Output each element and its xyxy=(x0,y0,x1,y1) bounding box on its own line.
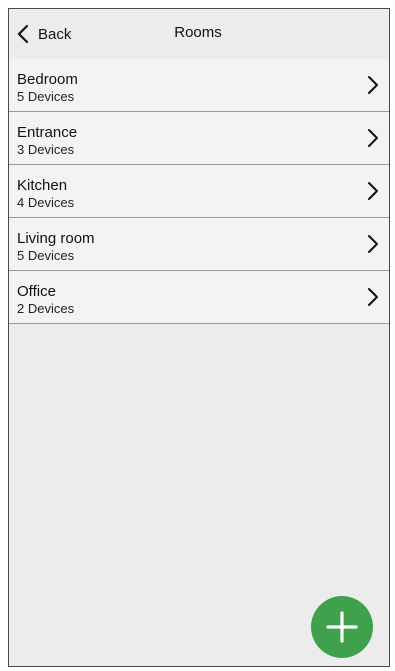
room-name: Living room xyxy=(17,230,95,247)
rooms-list: Bedroom 5 Devices Entrance 3 Devices Kit… xyxy=(9,59,389,324)
list-item-bedroom[interactable]: Bedroom 5 Devices xyxy=(9,59,389,112)
list-item-living-room[interactable]: Living room 5 Devices xyxy=(9,218,389,271)
room-name: Entrance xyxy=(17,124,78,141)
list-item-kitchen[interactable]: Kitchen 4 Devices xyxy=(9,165,389,218)
list-item-office[interactable]: Office 2 Devices xyxy=(9,271,389,324)
chevron-right-icon xyxy=(368,288,378,306)
app-screen: Back Rooms Bedroom 5 Devices Entrance 3 … xyxy=(8,8,390,667)
page-title: Rooms xyxy=(174,24,222,41)
room-name: Office xyxy=(17,283,56,300)
add-room-button[interactable] xyxy=(311,596,373,658)
room-device-count: 4 Devices xyxy=(17,195,75,210)
chevron-right-icon xyxy=(368,76,378,94)
room-device-count: 2 Devices xyxy=(17,301,75,316)
chevron-right-icon xyxy=(368,235,378,253)
chevron-right-icon xyxy=(368,129,378,147)
room-device-count: 5 Devices xyxy=(17,89,75,104)
room-name: Bedroom xyxy=(17,71,78,88)
header: Back Rooms xyxy=(9,9,389,59)
list-item-entrance[interactable]: Entrance 3 Devices xyxy=(9,112,389,165)
room-device-count: 3 Devices xyxy=(17,142,75,157)
room-device-count: 5 Devices xyxy=(17,248,75,263)
chevron-right-icon xyxy=(368,182,378,200)
plus-icon xyxy=(326,611,358,643)
room-name: Kitchen xyxy=(17,177,68,194)
